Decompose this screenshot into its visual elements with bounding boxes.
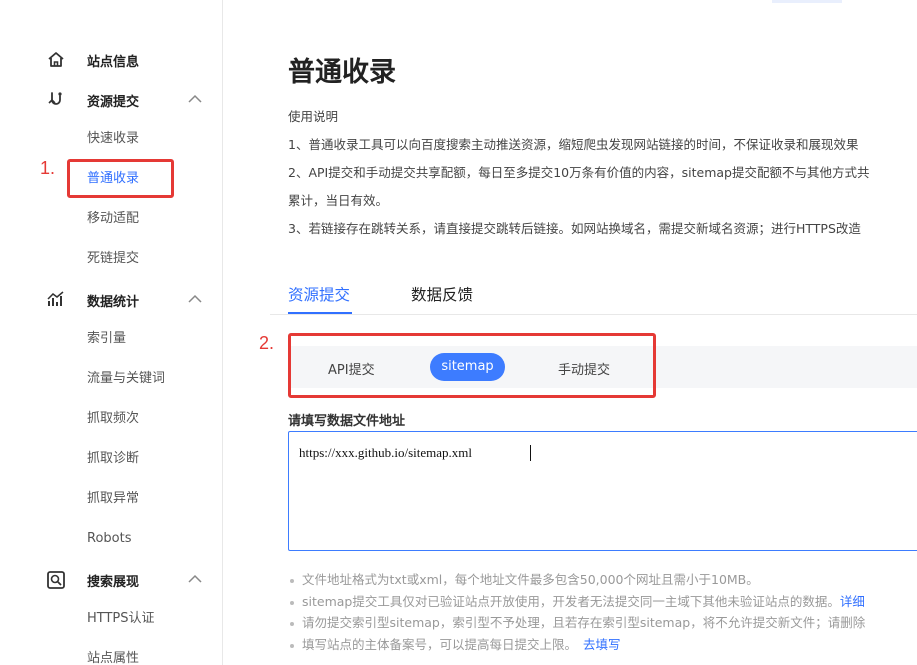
bullet-icon: [290, 578, 294, 583]
note-text: sitemap提交工具仅对已验证站点开放使用，开发者无法提交同一主域下其他未验证…: [302, 594, 840, 609]
text-caret: [530, 445, 531, 461]
note-text: 请勿提交索引型sitemap，索引型不予处理，且若存在索引型sitemap，将不…: [302, 615, 866, 630]
sidebar-item-traffic-keywords[interactable]: 流量与关键词: [87, 369, 165, 389]
annotation-number-2: 2.: [259, 333, 275, 353]
note-item: 请勿提交索引型sitemap，索引型不予处理，且若存在索引型sitemap，将不…: [290, 612, 865, 631]
sidebar-item-quick-index[interactable]: 快速收录: [87, 129, 139, 149]
sidebar-item-robots[interactable]: Robots: [87, 529, 131, 549]
usage-line: 2、API提交和手动提交共享配额，每日至多提交10万条有价值的内容，sitema…: [288, 165, 870, 180]
sidebar-item-dead-link[interactable]: 死链提交: [87, 249, 139, 269]
usage-heading: 使用说明: [288, 109, 339, 124]
sidebar-group-site-info[interactable]: 站点信息: [0, 46, 223, 74]
home-icon: [48, 52, 64, 67]
bullet-icon: [290, 621, 294, 626]
chevron-up-icon[interactable]: [187, 574, 203, 584]
sidebar-group-search-display[interactable]: 搜索展现: [0, 566, 223, 594]
note-text: 填写站点的主体备案号，可以提高每日提交上限。: [302, 637, 578, 652]
usage-line: 1、普通收录工具可以向百度搜索主动推送资源，缩短爬虫发现网站链接的时间，不保证收…: [288, 137, 859, 152]
sidebar-group-label: 搜索展现: [87, 575, 140, 590]
tab-data-feedback[interactable]: 数据反馈: [411, 283, 473, 305]
annotation-box-1: [67, 159, 174, 198]
sidebar-item-mobile-adapt[interactable]: 移动适配: [87, 209, 139, 229]
bullet-icon: [290, 600, 294, 605]
stats-icon: [47, 291, 64, 306]
field-label: 请填写数据文件地址: [288, 414, 406, 429]
sidebar-group-label: 数据统计: [87, 295, 140, 310]
tabs-divider: [270, 314, 917, 315]
sitemap-url-value: https://xxx.github.io/sitemap.xml: [299, 445, 472, 460]
sidebar-item-https-cert[interactable]: HTTPS认证: [87, 609, 155, 629]
sidebar-item-crawl-errors[interactable]: 抓取异常: [87, 489, 139, 509]
search-display-icon: [47, 571, 65, 589]
sidebar-group-resource-submit[interactable]: 资源提交: [0, 86, 223, 114]
annotation-number-1: 1.: [40, 158, 56, 178]
sidebar-group-data-stats[interactable]: 数据统计: [0, 286, 223, 314]
sidebar-item-site-attributes[interactable]: 站点属性: [87, 649, 139, 665]
page-title: 普通收录: [288, 57, 396, 88]
tab-resource-submit[interactable]: 资源提交: [288, 283, 350, 305]
bullet-icon: [290, 643, 294, 648]
top-bar-edge: [772, 0, 842, 3]
chevron-up-icon[interactable]: [187, 294, 203, 304]
details-link[interactable]: 详细: [840, 594, 865, 609]
note-item: 填写站点的主体备案号，可以提高每日提交上限。 去填写: [290, 634, 621, 653]
sidebar-group-label: 资源提交: [87, 95, 140, 110]
sidebar-group-label: 站点信息: [87, 55, 140, 70]
usage-line: 累计，当日有效。: [288, 193, 389, 208]
sidebar-item-crawl-diagnosis[interactable]: 抓取诊断: [87, 449, 139, 469]
usage-line: 3、若链接存在跳转关系，请直接提交跳转后链接。如网站换域名，需提交新域名资源；进…: [288, 221, 861, 236]
active-tab-indicator: [288, 312, 352, 314]
note-item: sitemap提交工具仅对已验证站点开放使用，开发者无法提交同一主域下其他未验证…: [290, 591, 865, 610]
sidebar-item-crawl-frequency[interactable]: 抓取频次: [87, 409, 139, 429]
note-text: 文件地址格式为txt或xml，每个地址文件最多包含50,000个网址且需小于10…: [302, 572, 759, 587]
sidebar: 站点信息 资源提交 快速收录 普通收录 移动适配 死链提交 数据统计 索引量 流…: [0, 0, 223, 665]
sidebar-item-index-volume[interactable]: 索引量: [87, 329, 126, 349]
annotation-box-2: [288, 333, 656, 398]
fill-in-link[interactable]: 去填写: [583, 637, 621, 652]
chevron-up-icon[interactable]: [187, 94, 203, 104]
note-item: 文件地址格式为txt或xml，每个地址文件最多包含50,000个网址且需小于10…: [290, 569, 759, 588]
submit-icon: [48, 92, 62, 105]
